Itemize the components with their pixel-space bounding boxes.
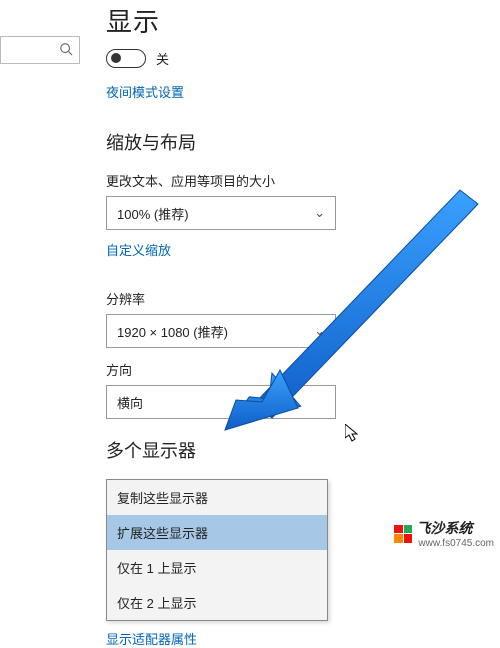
multi-display-option[interactable]: 仅在 1 上显示: [107, 550, 327, 585]
resolution-value: 1920 × 1080 (推荐): [117, 322, 228, 341]
multi-display-heading: 多个显示器: [106, 437, 500, 463]
toggle-knob: [111, 53, 121, 63]
resolution-label: 分辨率: [106, 289, 500, 308]
text-size-label: 更改文本、应用等项目的大小: [106, 171, 500, 190]
night-light-toggle[interactable]: [106, 49, 146, 68]
display-settings-panel: 显示 关 夜间模式设置 缩放与布局 更改文本、应用等项目的大小 100% (推荐…: [106, 0, 500, 648]
multi-display-option[interactable]: 扩展这些显示器: [107, 515, 327, 550]
chevron-down-icon: ⌄: [314, 323, 325, 339]
watermark-logo-icon: [394, 525, 412, 543]
cursor-icon: [345, 424, 361, 444]
text-size-value: 100% (推荐): [117, 204, 189, 223]
watermark-url: www.fs0745.com: [418, 538, 494, 549]
watermark: 飞沙系统 www.fs0745.com: [394, 518, 494, 549]
page-title: 显示: [106, 2, 500, 39]
resolution-select[interactable]: 1920 × 1080 (推荐) ⌄: [106, 314, 336, 348]
scale-layout-heading: 缩放与布局: [106, 129, 500, 155]
orientation-value: 横向: [117, 393, 143, 412]
search-input[interactable]: [0, 36, 80, 64]
multi-display-option[interactable]: 复制这些显示器: [107, 480, 327, 515]
chevron-down-icon: ⌄: [314, 205, 325, 221]
night-light-toggle-row: 关: [106, 49, 500, 68]
orientation-label: 方向: [106, 360, 500, 379]
multi-display-dropdown[interactable]: 复制这些显示器 扩展这些显示器 仅在 1 上显示 仅在 2 上显示: [106, 479, 328, 621]
orientation-select[interactable]: 横向 ⌄: [106, 385, 336, 419]
night-mode-settings-link[interactable]: 夜间模式设置: [106, 82, 184, 101]
multi-display-option[interactable]: 仅在 2 上显示: [107, 585, 327, 620]
custom-scale-link[interactable]: 自定义缩放: [106, 240, 171, 259]
watermark-brand: 飞沙系统: [416, 518, 494, 538]
search-icon: [59, 42, 73, 59]
toggle-state-label: 关: [156, 49, 169, 68]
display-adapter-properties-link[interactable]: 显示适配器属性: [106, 629, 197, 648]
text-size-select[interactable]: 100% (推荐) ⌄: [106, 196, 336, 230]
